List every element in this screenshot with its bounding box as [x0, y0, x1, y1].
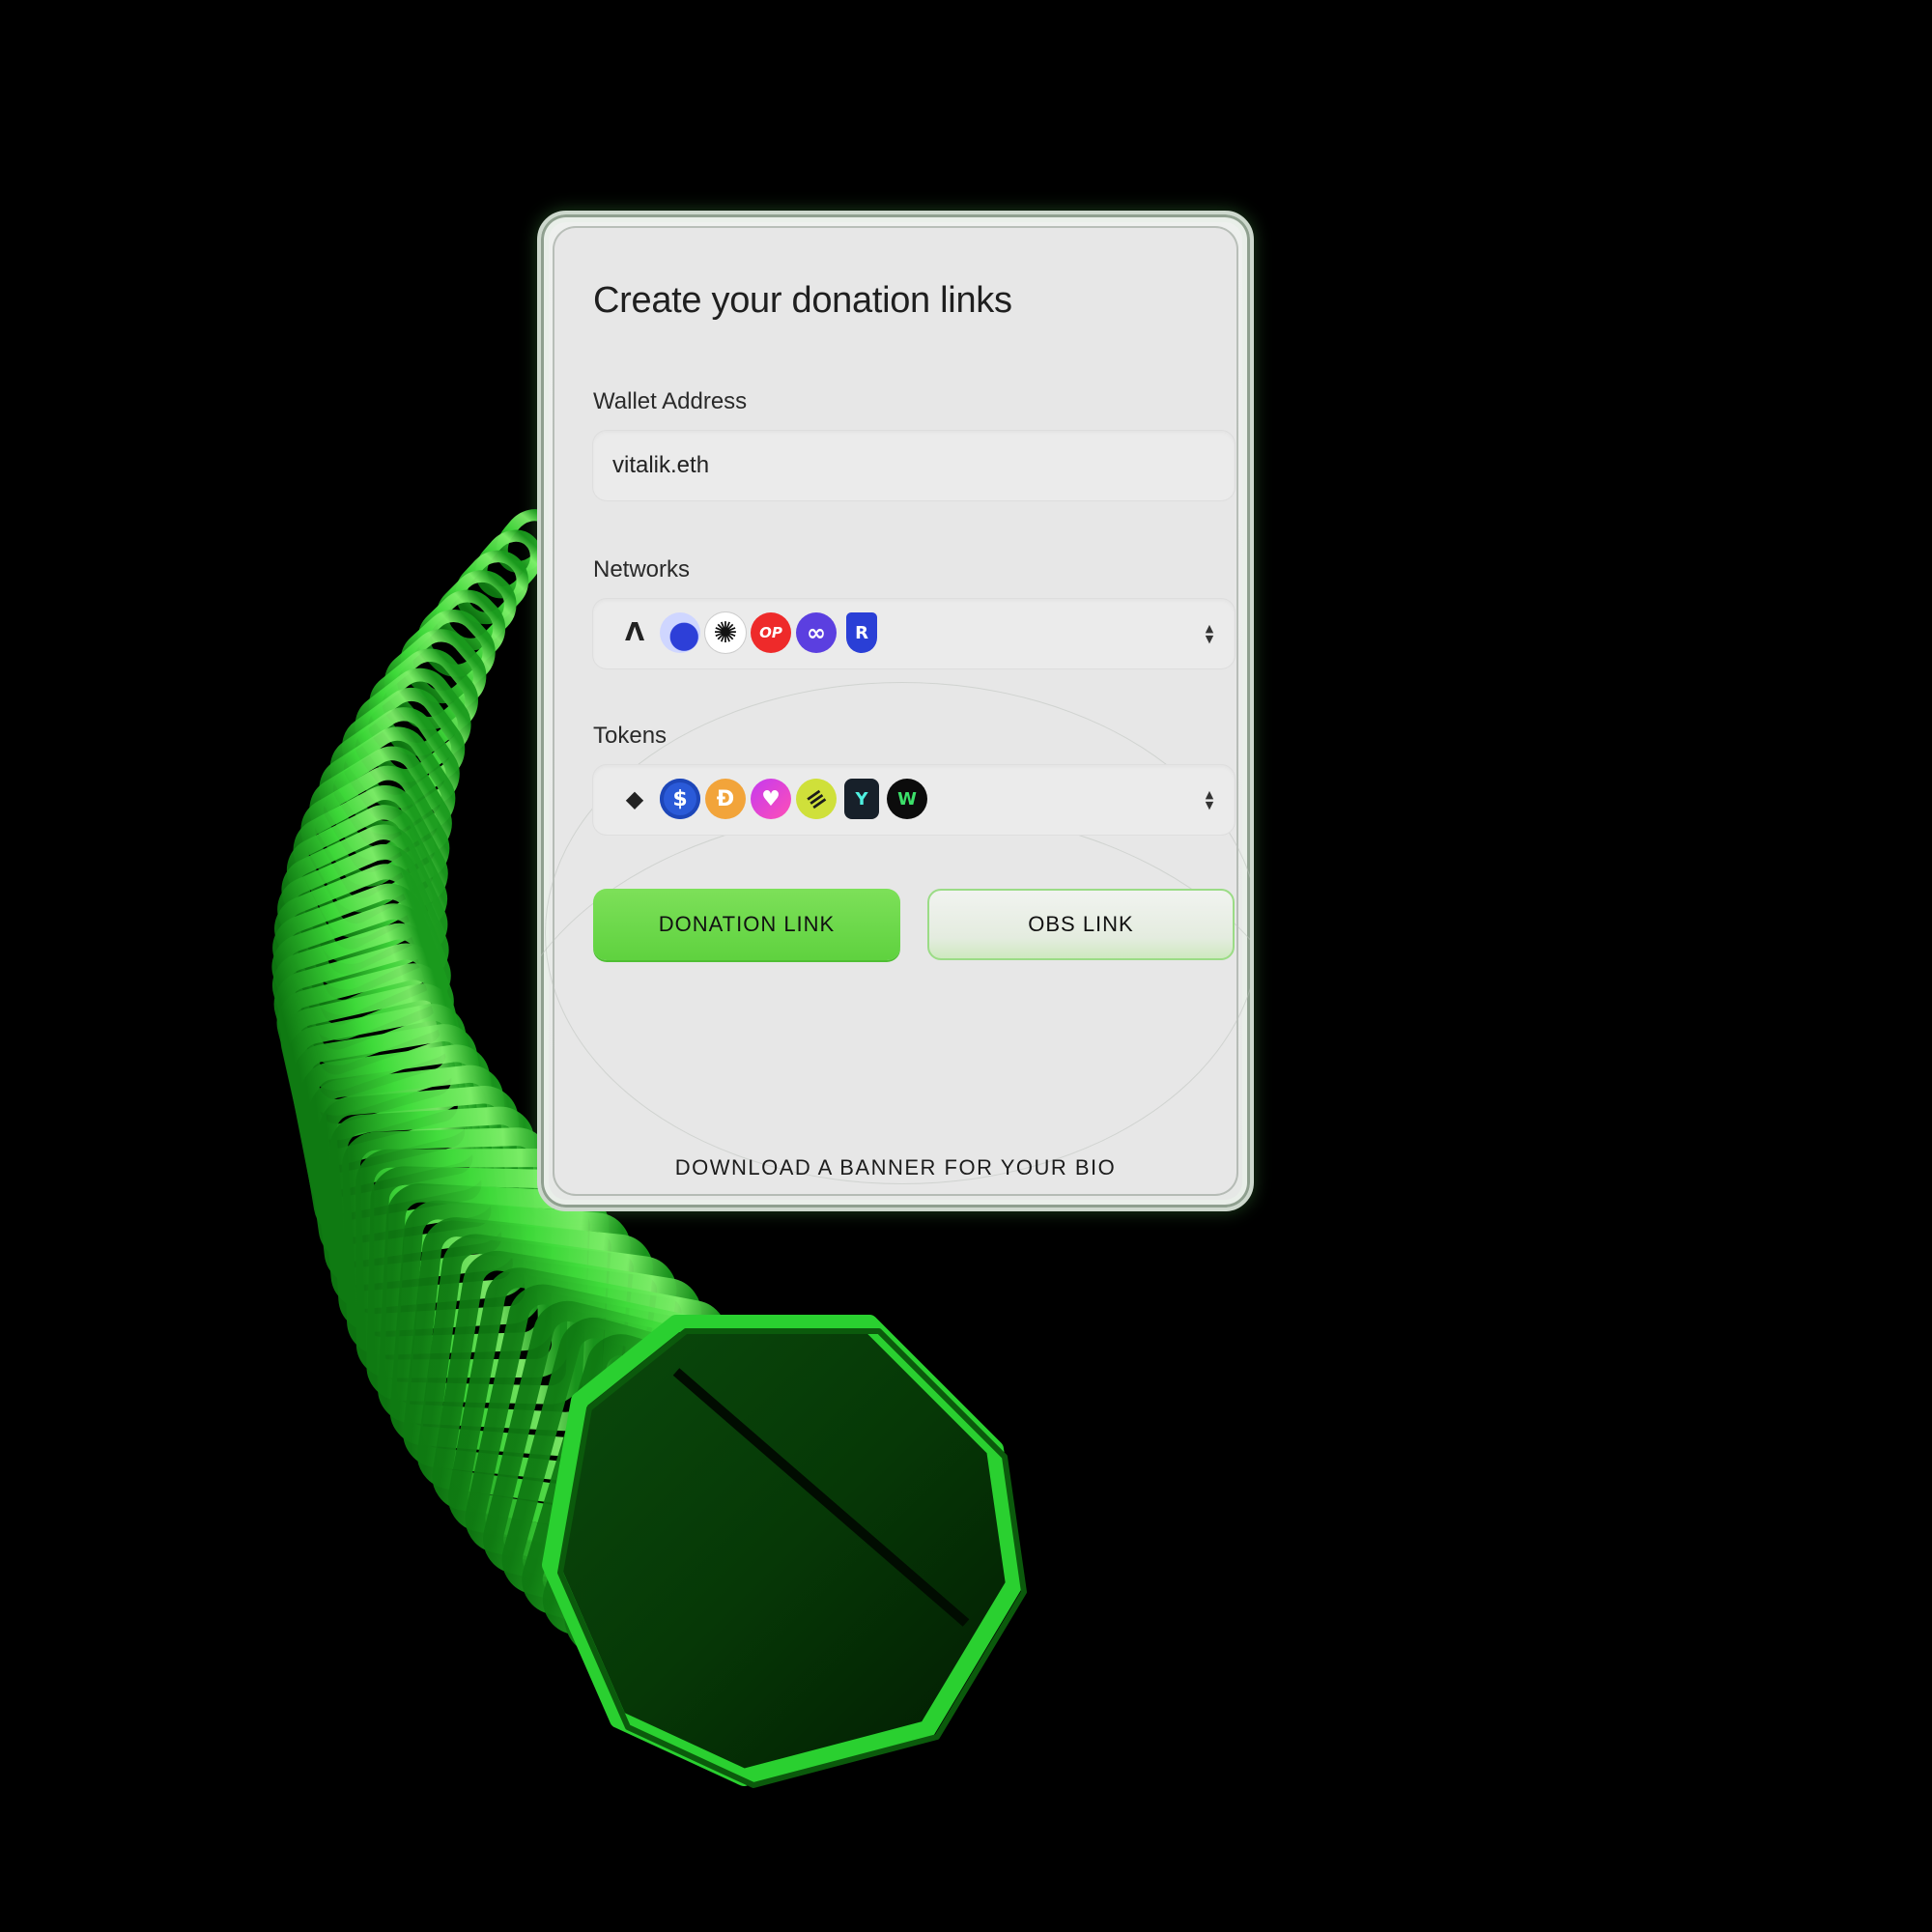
shield-network-icon: R — [846, 612, 877, 653]
base-icon — [660, 612, 700, 653]
heart-token-icon: ♥ — [751, 779, 791, 819]
page-title: Create your donation links — [593, 280, 1012, 321]
chevron-up-down-icon: ▲ ▼ — [1205, 788, 1214, 811]
decorative-ring — [541, 808, 1250, 1208]
sunburst-network-icon: ✺ — [705, 612, 746, 653]
dai-icon: Đ — [705, 779, 746, 819]
networks-label: Networks — [593, 556, 691, 582]
stage: Create your donation links Wallet Addres… — [0, 0, 1932, 1932]
obs-link-button[interactable]: OBS LINK — [927, 889, 1235, 960]
network-icons: Ʌ ✺ OP ∞ R — [614, 612, 882, 653]
tokens-label: Tokens — [593, 723, 668, 749]
coil-end-cap — [542, 1315, 1027, 1788]
donation-link-button[interactable]: DONATION LINK — [593, 889, 900, 960]
networks-select[interactable]: Ʌ ✺ OP ∞ R ▲ ▼ — [593, 599, 1235, 668]
stripes-token-icon: ≡ — [787, 770, 845, 828]
shield-token-icon: Y — [844, 779, 879, 819]
donation-card: Create your donation links Wallet Addres… — [537, 211, 1254, 1211]
wave-token-icon: W — [887, 779, 927, 819]
polygon-icon: ∞ — [796, 612, 837, 653]
optimism-icon: OP — [751, 612, 791, 653]
arbitrum-icon: Ʌ — [624, 618, 645, 647]
wallet-address-field — [593, 431, 1235, 500]
ethereum-icon: ◆ — [625, 785, 644, 812]
usdc-icon: $ — [660, 779, 700, 819]
wallet-address-input[interactable] — [593, 431, 1235, 500]
tokens-select[interactable]: ◆ $ Đ ♥ ≡ Y W ▲ ▼ — [593, 765, 1235, 835]
card-panel: Create your donation links Wallet Addres… — [541, 228, 1250, 1208]
chevron-up-down-icon: ▲ ▼ — [1205, 622, 1214, 645]
wallet-address-label: Wallet Address — [593, 388, 748, 414]
token-icons: ◆ $ Đ ♥ ≡ Y W — [614, 770, 927, 828]
download-banner-link[interactable]: DOWNLOAD A BANNER FOR YOUR BIO — [554, 1155, 1236, 1180]
